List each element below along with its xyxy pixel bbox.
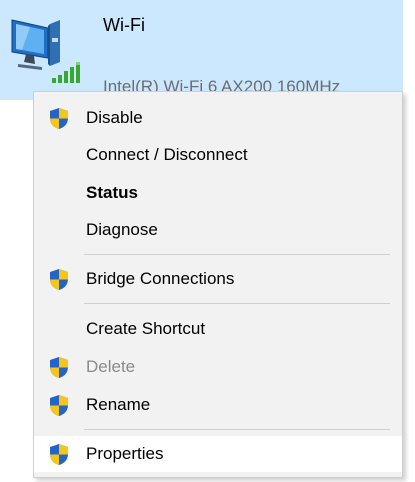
menu-item-label: Bridge Connections — [86, 269, 235, 288]
menu-item-delete: Delete — [34, 349, 402, 385]
wifi-signal-icon — [50, 58, 90, 84]
wifi-adapter-item[interactable]: Wi-Fi Intel(R) Wi-Fi 6 AX200 160MHz — [0, 0, 403, 100]
menu-item-rename[interactable]: Rename — [34, 387, 402, 423]
menu-item-diagnose[interactable]: Diagnose — [34, 212, 402, 248]
menu-item-bridge-connections[interactable]: Bridge Connections — [34, 261, 402, 297]
menu-item-label: Connect / Disconnect — [86, 145, 248, 164]
menu-item-disable[interactable]: Disable — [34, 100, 402, 136]
menu-item-label: Create Shortcut — [86, 319, 206, 338]
uac-shield-icon — [49, 107, 69, 130]
adapter-name: Wi-Fi — [103, 15, 145, 35]
menu-item-label: Properties — [86, 444, 164, 463]
menu-item-create-shortcut[interactable]: Create Shortcut — [34, 311, 402, 347]
menu-separator — [84, 303, 390, 304]
menu-item-label: Rename — [86, 395, 151, 414]
menu-item-label: Status — [86, 183, 138, 202]
menu-separator — [84, 429, 390, 430]
menu-separator — [84, 254, 390, 255]
uac-shield-icon — [49, 356, 69, 379]
menu-item-properties[interactable]: Properties — [34, 436, 402, 472]
menu-item-connect-disconnect[interactable]: Connect / Disconnect — [34, 137, 402, 173]
menu-item-label: Disable — [86, 108, 143, 127]
uac-shield-icon — [49, 268, 69, 291]
menu-item-label: Delete — [86, 357, 136, 376]
menu-item-label: Diagnose — [86, 220, 158, 239]
menu-item-status[interactable]: Status — [34, 175, 402, 211]
uac-shield-icon — [49, 443, 69, 466]
uac-shield-icon — [49, 394, 69, 417]
context-menu: Disable Connect / Disconnect Status Diag… — [33, 91, 403, 478]
